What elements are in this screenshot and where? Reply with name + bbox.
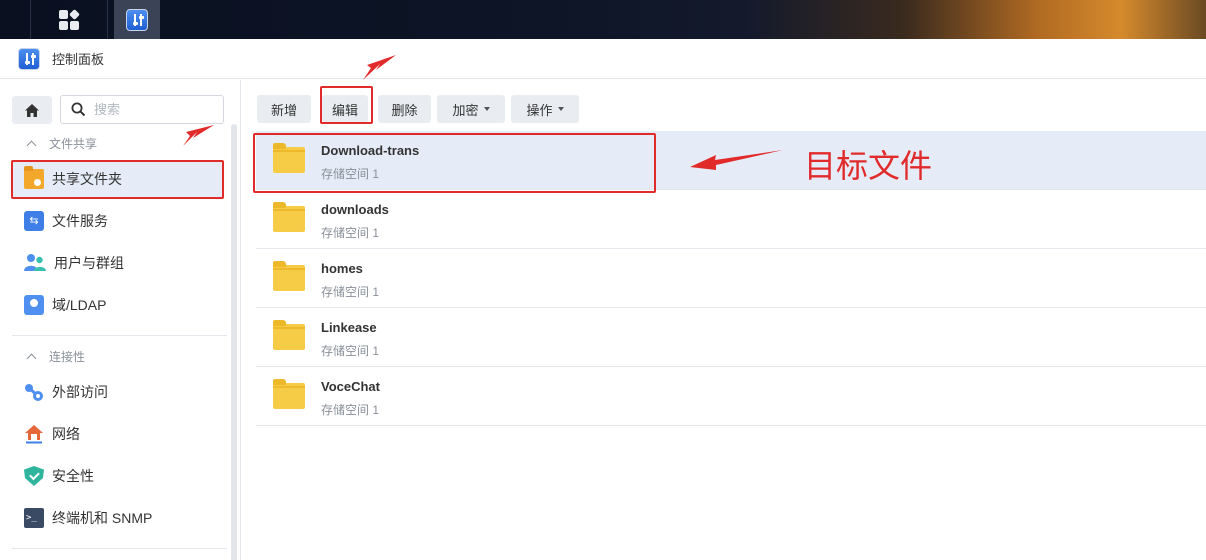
annotation-arrows [183,55,783,170]
arrow-icon [690,150,783,170]
arrow-icon [183,125,214,146]
arrow-icon [363,55,396,80]
